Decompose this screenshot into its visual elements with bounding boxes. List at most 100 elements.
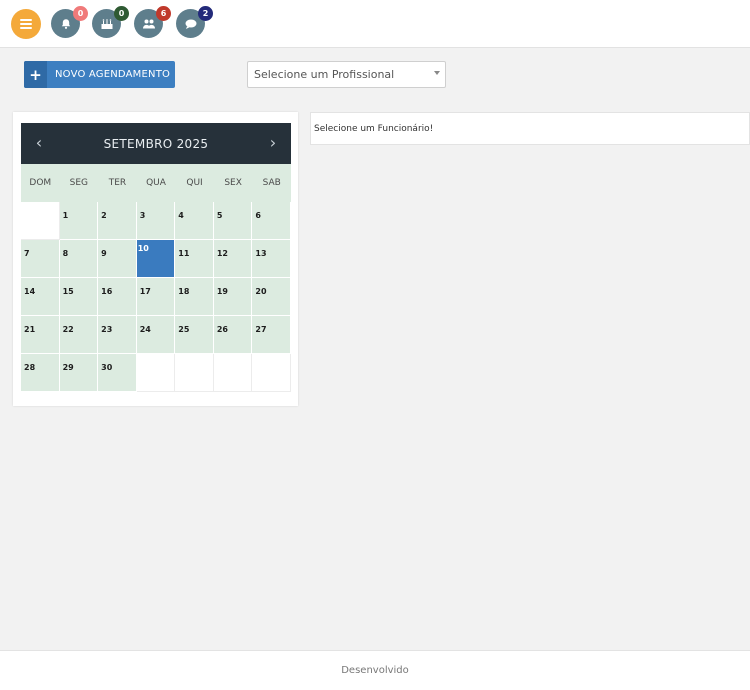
- calendar-day-number: 9: [101, 249, 107, 258]
- calendar-day-cell[interactable]: 19: [213, 278, 253, 316]
- plus-icon: +: [24, 61, 47, 88]
- calendar-day-number: 8: [62, 249, 69, 258]
- hamburger-menu-icon[interactable]: [11, 9, 41, 39]
- calendar-day-cell[interactable]: 26: [213, 316, 253, 354]
- calendar-day-number: 29: [62, 363, 74, 372]
- professional-select-value: Selecione um Profissional: [254, 68, 395, 81]
- bell-icon: [61, 18, 70, 29]
- calendar-day-number: 5: [216, 211, 223, 220]
- calendar-day-number: 1: [62, 211, 69, 220]
- users-badge: 6: [156, 6, 171, 21]
- calendar-day-cell[interactable]: 25: [175, 316, 214, 354]
- weekday-label: SEX: [224, 178, 242, 188]
- calendar-day-cell[interactable]: 13: [252, 240, 291, 278]
- calendar-day-number: 27: [255, 325, 267, 334]
- calendar-day-cell[interactable]: 14: [21, 278, 60, 316]
- calendar-day-number: 11: [178, 249, 190, 258]
- calendar-day-cell[interactable]: 27: [252, 316, 291, 354]
- calendar-day-number: 2: [101, 211, 107, 220]
- calendar-day-cell[interactable]: 23: [98, 316, 137, 354]
- calendar-day-cell[interactable]: 21: [21, 316, 60, 354]
- calendar-empty-cell: [175, 354, 214, 392]
- footer-text: Desenvolvido: [341, 665, 409, 676]
- chevron-right-icon[interactable]: ›: [265, 135, 281, 151]
- calendar-day-number: 15: [62, 287, 74, 296]
- calendar-day-number: 20: [255, 287, 267, 296]
- footer: Desenvolvido: [0, 650, 750, 690]
- calendar-day-cell[interactable]: 12: [213, 240, 253, 278]
- chevron-left-icon[interactable]: ‹: [31, 135, 47, 151]
- chat-bubble-icon: [185, 19, 196, 29]
- calendar-day-cell[interactable]: 6: [252, 202, 291, 240]
- birthday-cake-icon: [101, 18, 112, 29]
- weekday-label: SEG: [69, 178, 89, 188]
- calendar-day-cell[interactable]: 20: [252, 278, 291, 316]
- calendar-day-number: 23: [101, 325, 113, 334]
- calendar-header: ‹ SETEMBRO 2025 ›: [21, 123, 291, 164]
- calendar-day-number: 30: [101, 363, 113, 372]
- new-appointment-button[interactable]: + NOVO AGENDAMENTO: [24, 61, 175, 88]
- calendar-day-number: 25: [178, 325, 190, 334]
- calendar-panel: ‹ SETEMBRO 2025 › DOM SEG TER QUA QUI SEX SAB …: [13, 112, 298, 406]
- calendar-empty-cell: [136, 354, 176, 392]
- schedule-info-panel: Selecione um Funcionário!: [310, 112, 750, 145]
- calendar-day-number: 3: [139, 211, 146, 220]
- calendar-day-cell[interactable]: 11: [175, 240, 214, 278]
- calendar-day-number: 7: [24, 249, 30, 258]
- calendar-day-cell[interactable]: 24: [136, 316, 176, 354]
- calendar-empty-cell: [213, 354, 253, 392]
- notifications-button[interactable]: 0: [51, 6, 88, 38]
- calendar-day-cell[interactable]: 5: [213, 202, 253, 240]
- calendar-day-cell[interactable]: 28: [21, 354, 60, 392]
- calendar-day-number: 18: [178, 287, 190, 296]
- calendar-day-cell[interactable]: 4: [175, 202, 214, 240]
- notifications-badge: 0: [73, 6, 88, 21]
- calendar-day-cell[interactable]: 15: [59, 278, 99, 316]
- calendar-day-cell[interactable]: 29: [59, 354, 99, 392]
- weekday-label: DOM: [29, 178, 52, 188]
- calendar-day-number: 4: [178, 211, 184, 220]
- calendar-day-cell[interactable]: 3: [136, 202, 176, 240]
- weekday-header-row: DOM SEG TER QUA QUI SEX SAB: [21, 164, 291, 202]
- calendar-day-number: 22: [62, 325, 74, 334]
- calendar-day-number: 26: [216, 325, 228, 334]
- calendar-empty-cell: [21, 202, 60, 240]
- weekday-label: SAB: [262, 178, 281, 188]
- calendar-day-number: 24: [139, 325, 151, 334]
- calendar-day-number: 13: [255, 249, 267, 258]
- chevron-down-icon: [434, 71, 440, 75]
- calendar-day-grid: 1 2 3 4 5 6 7 8 9 10 11 12 13 14 15 16 17 18 19 20 21 22 23 24 2…: [21, 202, 291, 392]
- calendar-day-number: 10: [137, 244, 149, 253]
- calendar-day-cell[interactable]: 22: [59, 316, 99, 354]
- calendar-day-cell[interactable]: 7: [21, 240, 60, 278]
- professional-select[interactable]: Selecione um Profissional: [247, 61, 446, 88]
- messages-badge: 2: [198, 6, 213, 21]
- weekday-label: TER: [108, 178, 127, 188]
- calendar-day-cell[interactable]: 18: [175, 278, 214, 316]
- messages-button[interactable]: 2: [176, 6, 213, 38]
- calendar-day-number: 17: [139, 287, 151, 296]
- calendar-day-cell[interactable]: 30: [98, 354, 137, 392]
- calendar-day-number: 19: [216, 287, 228, 296]
- new-appointment-label: NOVO AGENDAMENTO: [55, 69, 171, 80]
- weekday-label: QUI: [186, 178, 203, 188]
- calendar-day-cell[interactable]: 1: [59, 202, 99, 240]
- calendar-day-number: 16: [101, 287, 113, 296]
- calendar-day-selected[interactable]: 10: [136, 240, 176, 278]
- users-button[interactable]: 6: [134, 6, 171, 38]
- calendar-day-cell[interactable]: 17: [136, 278, 176, 316]
- birthdays-button[interactable]: 0: [92, 6, 129, 38]
- calendar-day-number: 14: [24, 287, 36, 296]
- calendar-day-cell[interactable]: 8: [59, 240, 99, 278]
- select-employee-message: Selecione um Funcionário!: [314, 123, 434, 134]
- calendar-empty-cell: [252, 354, 291, 392]
- weekday-label: QUA: [146, 178, 166, 188]
- calendar-day-number: 28: [24, 363, 36, 372]
- calendar-day-number: 12: [216, 249, 228, 258]
- top-navbar: 0 0 6 2: [0, 0, 750, 48]
- calendar-day-cell[interactable]: 2: [98, 202, 137, 240]
- calendar-day-number: 6: [255, 211, 261, 220]
- calendar-day-cell[interactable]: 9: [98, 240, 137, 278]
- calendar-day-cell[interactable]: 16: [98, 278, 137, 316]
- calendar-month-title: SETEMBRO 2025: [103, 136, 209, 151]
